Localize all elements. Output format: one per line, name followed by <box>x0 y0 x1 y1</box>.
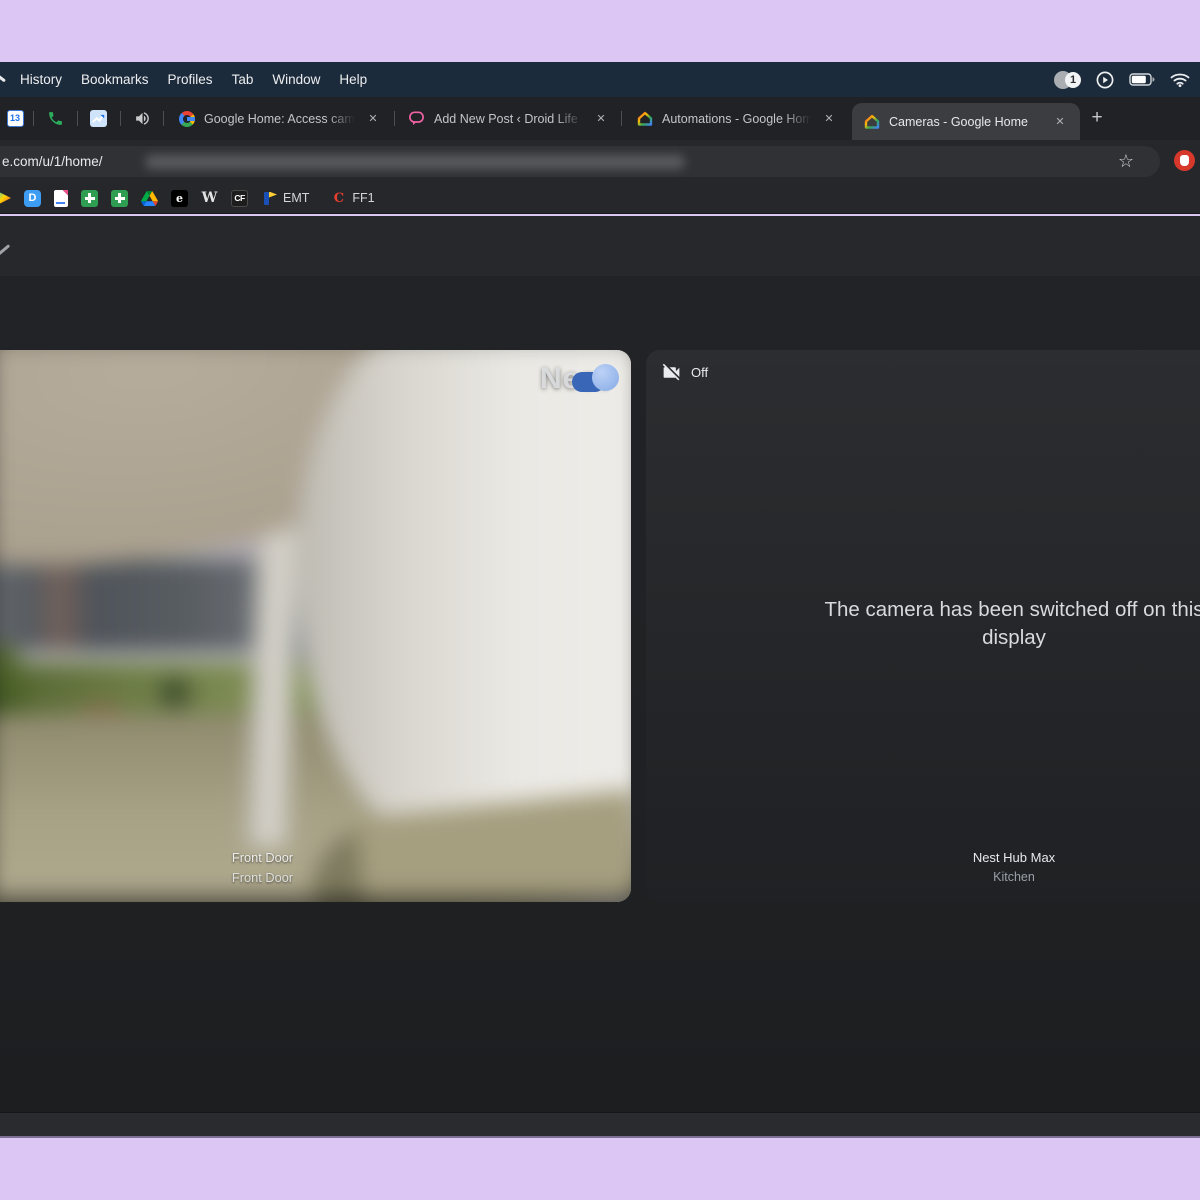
desktop-wallpaper: { "menu_bar": { "items": ["History", "Bo… <box>0 0 1200 1200</box>
close-icon[interactable]: ✕ <box>820 110 838 128</box>
browser-toolbar: e.com/u/1/home/ ☆ <box>0 140 1200 183</box>
tab-title: Automations - Google Home <box>662 112 814 126</box>
bookmark-drive-icon[interactable] <box>141 190 158 207</box>
analytics-icon <box>90 110 107 127</box>
bookmark-star-icon[interactable]: ☆ <box>1118 151 1134 172</box>
google-g-icon <box>178 110 195 127</box>
message-line-2: display <box>646 624 1200 652</box>
device-labels: Nest Hub Max Kitchen <box>646 850 1200 884</box>
url-text: e.com/u/1/home/ <box>2 154 103 169</box>
tab-title: Google Home: Access camera <box>204 112 358 126</box>
menu-item-profiles[interactable]: Profiles <box>168 72 213 87</box>
videocam-off-icon <box>661 362 682 383</box>
bookmark-ff1[interactable]: C FF1 <box>330 190 374 207</box>
bookmark-document-icon[interactable] <box>54 190 68 207</box>
google-home-icon <box>636 110 653 127</box>
address-bar[interactable]: e.com/u/1/home/ ☆ <box>0 146 1160 177</box>
nest-status-dot <box>592 364 619 391</box>
menu-item-history[interactable]: History <box>20 72 62 87</box>
speaker-icon <box>134 110 151 127</box>
pinned-tab-calendar[interactable]: 13 <box>6 109 24 127</box>
tab-separator <box>33 111 34 126</box>
new-tab-button[interactable]: + <box>1086 107 1108 129</box>
cameras-page: Nest Front Door Front Door Off The camer… <box>0 276 1200 1112</box>
camera-room-label: Front Door <box>0 870 525 885</box>
notification-badge-icon[interactable]: 1 <box>1054 70 1081 90</box>
camera-off-message: The camera has been switched off on this… <box>646 596 1200 652</box>
battery-icon[interactable] <box>1129 73 1155 86</box>
message-line-1: The camera has been switched off on this <box>646 596 1200 624</box>
menu-item-tab[interactable]: Tab <box>232 72 254 87</box>
redacted-url-blur <box>145 155 685 169</box>
camera-labels: Front Door Front Door <box>0 850 525 885</box>
menu-item-help[interactable]: Help <box>339 72 367 87</box>
close-icon[interactable]: ✕ <box>1051 113 1069 131</box>
front-door-camera-card[interactable]: Nest Front Door Front Door <box>0 350 631 902</box>
pinned-tab-audio[interactable] <box>133 109 151 127</box>
calendar-icon: 13 <box>7 110 24 127</box>
tab-cameras-active[interactable]: Cameras - Google Home ✕ <box>852 103 1080 140</box>
bookmark-cf-icon[interactable]: CF <box>231 190 248 207</box>
close-icon[interactable]: ✕ <box>592 110 610 128</box>
tab-bar: 13 Google Home: Access camera ✕ Add New … <box>0 97 1200 140</box>
device-room-label: Kitchen <box>646 870 1200 884</box>
tab-separator <box>120 111 121 126</box>
tab-separator <box>394 111 395 126</box>
display-camera-card[interactable]: Off The camera has been switched off on … <box>646 350 1200 902</box>
wallpaper-edge-line <box>0 1136 1200 1138</box>
tab-add-new-post[interactable]: Add New Post ‹ Droid Life — W ✕ <box>400 97 618 140</box>
bookmark-green-cross-icon[interactable] <box>111 190 128 207</box>
tab-google-home-access-camera[interactable]: Google Home: Access camera ✕ <box>170 97 390 140</box>
google-home-icon <box>863 113 880 130</box>
menu-status-area: 1 <box>1054 70 1190 90</box>
partial-chevron-icon <box>0 244 10 256</box>
chat-bubble-icon <box>408 110 425 127</box>
wifi-icon[interactable] <box>1170 72 1190 87</box>
tab-automations[interactable]: Automations - Google Home ✕ <box>628 97 846 140</box>
camera-name-label: Front Door <box>0 850 525 865</box>
bookmark-label: FF1 <box>352 191 374 205</box>
card-vignette <box>0 350 631 902</box>
off-status-label: Off <box>691 365 708 380</box>
device-name-label: Nest Hub Max <box>646 850 1200 865</box>
bookmark-wikipedia-icon[interactable]: W <box>201 190 218 207</box>
bookmark-green-cross-icon[interactable] <box>81 190 98 207</box>
tab-separator <box>621 111 622 126</box>
menu-item-bookmarks[interactable]: Bookmarks <box>81 72 149 87</box>
close-icon[interactable]: ✕ <box>364 110 382 128</box>
screen-record-icon[interactable] <box>1096 71 1114 89</box>
menu-item-window[interactable]: Window <box>272 72 320 87</box>
flag-icon <box>261 190 278 207</box>
menu-items: History Bookmarks Profiles Tab Window He… <box>20 72 367 87</box>
tab-title: Cameras - Google Home <box>889 115 1045 129</box>
macos-menu-bar: History Bookmarks Profiles Tab Window He… <box>0 62 1200 97</box>
bookmark-e-icon[interactable]: e <box>171 190 188 207</box>
tab-title: Add New Post ‹ Droid Life — W <box>434 112 586 126</box>
red-c-icon: C <box>330 190 347 207</box>
bookmark-d-icon[interactable]: D <box>24 190 41 207</box>
bookmark-play-icon[interactable] <box>0 190 11 207</box>
bookmark-label: EMT <box>283 191 309 205</box>
bookmarks-bar: D e W CF EMT C FF1 <box>0 183 1200 214</box>
browser-extension-icon[interactable] <box>1174 150 1195 171</box>
app-header <box>0 216 1200 276</box>
bookmark-emt[interactable]: EMT <box>261 190 309 207</box>
window-bottom-strip <box>0 1112 1200 1136</box>
cropped-menu-fragment <box>0 75 6 83</box>
pinned-tab-analytics[interactable] <box>89 109 107 127</box>
tab-separator <box>163 111 164 126</box>
off-status-row: Off <box>661 362 708 383</box>
tab-separator <box>77 111 78 126</box>
badge-count: 1 <box>1065 72 1081 88</box>
pinned-tab-voice[interactable] <box>46 109 64 127</box>
phone-icon <box>47 110 64 127</box>
